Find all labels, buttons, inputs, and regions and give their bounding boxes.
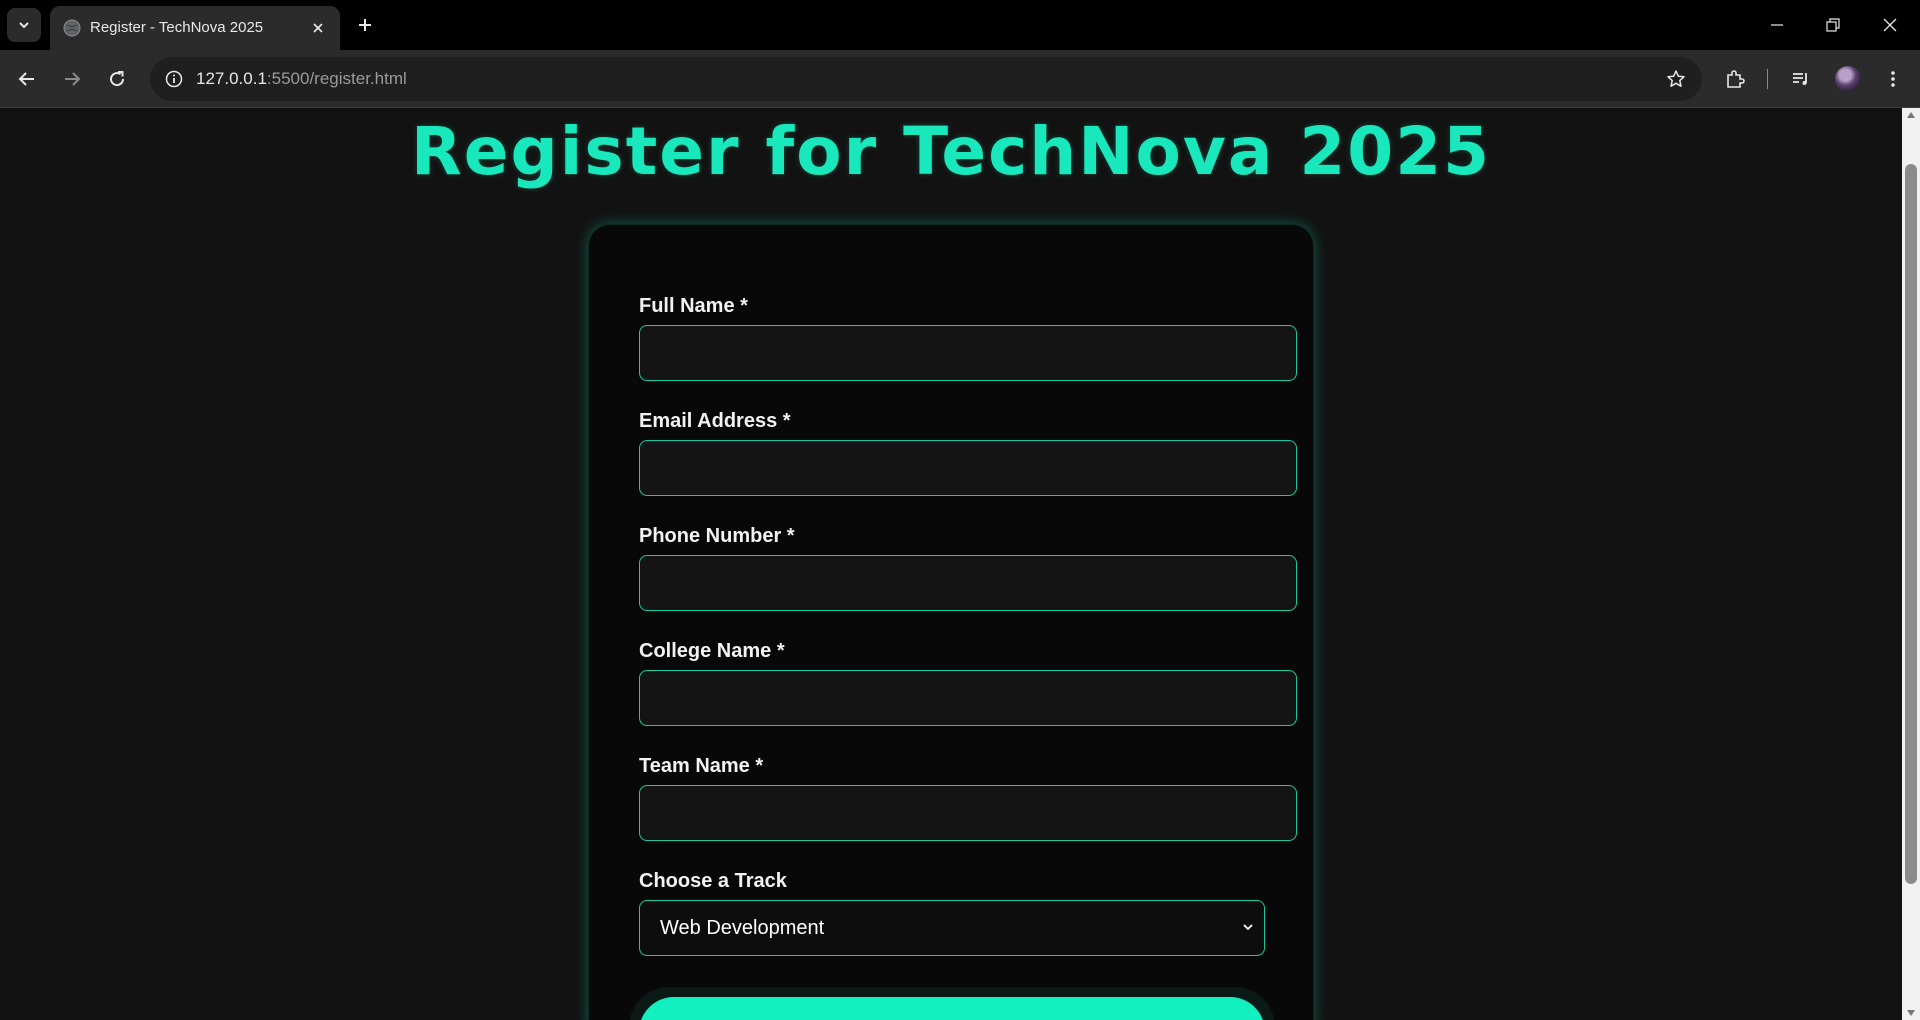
arrow-left-icon [18,72,34,86]
chevron-down-icon [19,22,29,29]
url-host: 127.0.0.1 [196,69,267,88]
page-viewport: Register for TechNova 2025 Full Name * E… [0,108,1902,1020]
bookmark-button[interactable] [1664,67,1688,91]
phone-input[interactable] [639,555,1297,611]
close-window-button[interactable] [1875,10,1905,40]
reload-button[interactable] [100,62,134,96]
arrow-right-icon [65,72,81,86]
reload-icon [110,71,125,87]
college-input[interactable] [639,670,1297,726]
star-icon [1667,70,1685,87]
browser-toolbar: 127.0.0.1:5500/register.html [0,50,1920,108]
full-name-label: Full Name * [639,295,748,317]
minimize-icon [1771,24,1783,26]
chevron-down-icon [1240,919,1256,935]
globe-icon [63,19,81,37]
registration-form: Full Name * Email Address * Phone Number… [588,224,1314,1020]
forward-button[interactable] [55,62,89,96]
extensions-button[interactable] [1718,62,1752,96]
close-icon [313,23,323,33]
minimize-button[interactable] [1762,10,1792,40]
url-text: 127.0.0.1:5500/register.html [196,69,407,89]
toolbar-divider [1767,69,1768,89]
scrollbar-thumb[interactable] [1905,164,1917,884]
track-selected-value: Web Development [660,916,825,939]
email-input[interactable] [639,440,1297,496]
puzzle-icon [1727,70,1745,88]
scroll-down-arrow[interactable] [1907,1010,1915,1016]
address-bar[interactable]: 127.0.0.1:5500/register.html [150,57,1702,101]
tab-title: Register - TechNova 2025 [90,19,264,36]
team-name-input[interactable] [639,785,1297,841]
scroll-up-arrow[interactable] [1907,112,1915,118]
tab-strip: Register - TechNova 2025 [0,0,1920,50]
tab-search-button[interactable] [7,8,41,42]
full-name-input[interactable] [639,325,1297,381]
track-label: Choose a Track [639,870,787,892]
page-scrollbar[interactable] [1902,108,1920,1020]
track-select[interactable]: Web Development [639,900,1265,956]
college-label: College Name * [639,640,785,662]
new-tab-button[interactable] [352,12,378,38]
submit-registration-button[interactable]: Submit Registration [639,997,1265,1020]
close-icon [1883,18,1897,32]
profile-avatar[interactable] [1835,66,1861,92]
active-tab[interactable]: Register - TechNova 2025 [50,6,340,50]
site-info-button[interactable] [160,65,188,93]
phone-label: Phone Number * [639,525,795,547]
chrome-menu-button[interactable] [1876,62,1910,96]
playlist-icon [1793,73,1807,85]
more-vertical-icon [1891,71,1895,87]
restore-icon [1826,18,1840,32]
page-title: Register for TechNova 2025 [410,113,1492,190]
back-button[interactable] [10,62,44,96]
email-label: Email Address * [639,410,791,432]
close-tab-button[interactable] [308,18,328,38]
restore-button[interactable] [1818,10,1848,40]
media-control-button[interactable] [1784,62,1818,96]
url-path: :5500/register.html [266,69,407,88]
plus-icon [359,19,371,31]
team-name-label: Team Name * [639,755,764,777]
info-icon [165,70,183,88]
